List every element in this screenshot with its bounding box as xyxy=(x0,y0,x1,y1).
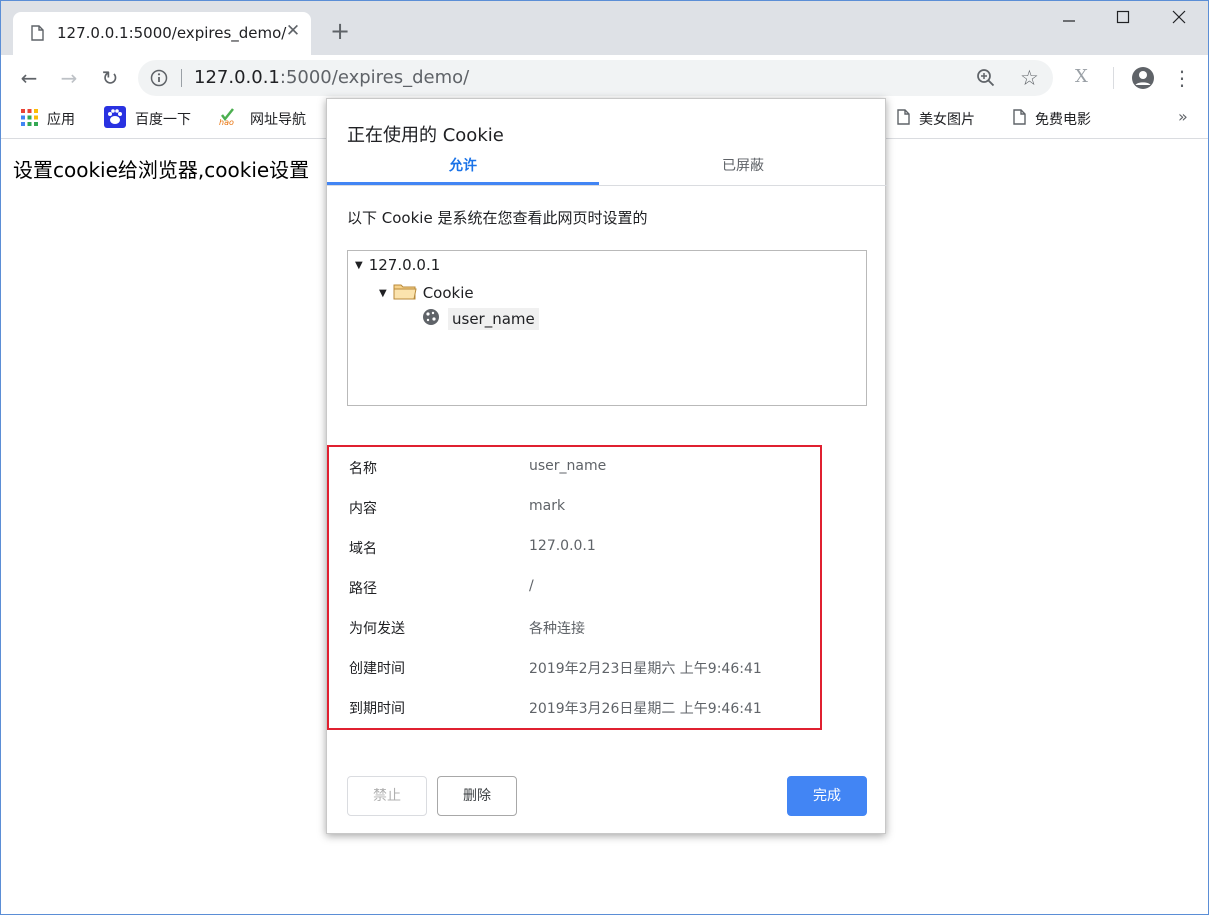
detail-value: mark xyxy=(529,498,566,514)
tab-divider xyxy=(327,185,887,186)
detail-label: 为何发送 xyxy=(349,621,405,637)
cookie-icon xyxy=(422,308,440,330)
detail-label: 路径 xyxy=(349,581,377,597)
cookie-label: user_name xyxy=(448,308,539,330)
bookmark-label: 免费电影 xyxy=(1035,112,1091,128)
bookmark-meinv[interactable]: 美女图片 xyxy=(897,109,975,129)
page-icon xyxy=(31,25,44,45)
folder-label: Cookie xyxy=(422,284,474,302)
bookmark-baidu[interactable]: 百度一下 xyxy=(104,106,191,132)
detail-label: 到期时间 xyxy=(349,701,405,717)
reload-button[interactable]: ↻ xyxy=(96,64,124,92)
info-icon[interactable] xyxy=(150,69,168,91)
bookmark-label: 百度一下 xyxy=(135,112,191,128)
folder-icon xyxy=(393,282,417,304)
detail-label: 内容 xyxy=(349,501,377,517)
bookmark-label: 美女图片 xyxy=(919,112,975,128)
detail-value: user_name xyxy=(529,458,607,474)
detail-value: 2019年3月26日星期二 上午9:46:41 xyxy=(529,701,762,717)
detail-label: 名称 xyxy=(349,461,377,477)
dialog-title: 正在使用的 Cookie xyxy=(347,125,504,146)
done-button[interactable]: 完成 xyxy=(787,776,867,816)
tab-strip: 127.0.0.1:5000/expires_demo/ ✕ + xyxy=(1,1,1208,55)
tab-blocked[interactable]: 已屏蔽 xyxy=(599,155,887,185)
block-button[interactable]: 禁止 xyxy=(347,776,427,816)
toolbar-divider xyxy=(1113,67,1114,89)
bookmark-movies[interactable]: 免费电影 xyxy=(1013,109,1091,129)
minimize-button[interactable] xyxy=(1051,9,1087,33)
detail-label: 域名 xyxy=(349,541,377,557)
tab-allowed[interactable]: 允许 xyxy=(327,155,599,185)
tab-title: 127.0.0.1:5000/expires_demo/ xyxy=(57,24,287,42)
svg-text:X: X xyxy=(1075,66,1088,86)
page-icon xyxy=(897,109,910,129)
detail-value: 127.0.0.1 xyxy=(529,538,596,554)
toolbar: ← → ↻ 127.0.0.1:5000/expires_demo/ ☆ X ⋮ xyxy=(1,55,1208,101)
bookmark-label: 应用 xyxy=(47,112,75,128)
extension-icon[interactable]: X xyxy=(1073,66,1093,90)
forward-button[interactable]: → xyxy=(55,64,83,92)
expand-triangle-icon[interactable]: ▼ xyxy=(379,288,387,299)
address-bar[interactable]: 127.0.0.1:5000/expires_demo/ ☆ xyxy=(138,60,1053,96)
tab-close-icon[interactable]: ✕ xyxy=(283,21,303,41)
remove-button[interactable]: 删除 xyxy=(437,776,517,816)
bookmarks-more-icon[interactable]: » xyxy=(1178,107,1188,126)
bookmark-label: 网址导航 xyxy=(250,112,306,128)
menu-icon[interactable]: ⋮ xyxy=(1168,64,1196,92)
tree-node-host[interactable]: ▼ 127.0.0.1 xyxy=(355,256,440,274)
bookmark-apps[interactable]: 应用 xyxy=(21,108,75,130)
window-close-button[interactable] xyxy=(1161,9,1197,33)
dialog-description: 以下 Cookie 是系统在您查看此网页时设置的 xyxy=(347,209,648,227)
detail-label: 创建时间 xyxy=(349,661,405,677)
url-text[interactable]: 127.0.0.1:5000/expires_demo/ xyxy=(194,67,469,88)
bookmark-hao[interactable]: hao 网址导航 xyxy=(219,108,306,130)
detail-value: / xyxy=(529,578,534,594)
cookie-tree[interactable]: ▼ 127.0.0.1 ▼ Cookie user_name xyxy=(347,250,867,406)
tree-node-folder[interactable]: ▼ Cookie xyxy=(379,282,474,304)
account-icon[interactable] xyxy=(1131,66,1155,94)
url-host: 127.0.0.1 xyxy=(194,67,280,88)
url-path: :5000/expires_demo/ xyxy=(279,67,470,88)
cookie-details-highlight: 名称 user_name 内容 mark 域名 127.0.0.1 路径 / 为… xyxy=(327,445,822,730)
page-body-text: 设置cookie给浏览器,cookie设置 xyxy=(13,158,310,182)
expand-triangle-icon[interactable]: ▼ xyxy=(355,260,363,271)
host-label: 127.0.0.1 xyxy=(368,256,441,274)
svg-text:hao: hao xyxy=(219,118,234,126)
bookmark-star-icon[interactable]: ☆ xyxy=(1020,66,1039,90)
detail-value: 各种连接 xyxy=(529,621,585,637)
detail-value: 2019年2月23日星期六 上午9:46:41 xyxy=(529,661,762,677)
browser-window: 127.0.0.1:5000/expires_demo/ ✕ + ← → ↻ 1… xyxy=(0,0,1209,915)
apps-grid-icon xyxy=(21,108,38,130)
hao-icon: hao xyxy=(219,108,241,130)
cookies-dialog: 正在使用的 Cookie 允许 已屏蔽 以下 Cookie 是系统在您查看此网页… xyxy=(326,98,887,834)
maximize-button[interactable] xyxy=(1105,9,1141,33)
page-icon xyxy=(1013,109,1026,129)
zoom-icon[interactable] xyxy=(976,68,995,91)
tree-node-cookie[interactable]: user_name xyxy=(422,308,539,330)
browser-tab[interactable]: 127.0.0.1:5000/expires_demo/ ✕ xyxy=(13,12,311,55)
new-tab-button[interactable]: + xyxy=(327,18,353,44)
baidu-paw-icon xyxy=(104,106,126,132)
omnibox-separator xyxy=(181,69,182,87)
back-button[interactable]: ← xyxy=(15,64,43,92)
